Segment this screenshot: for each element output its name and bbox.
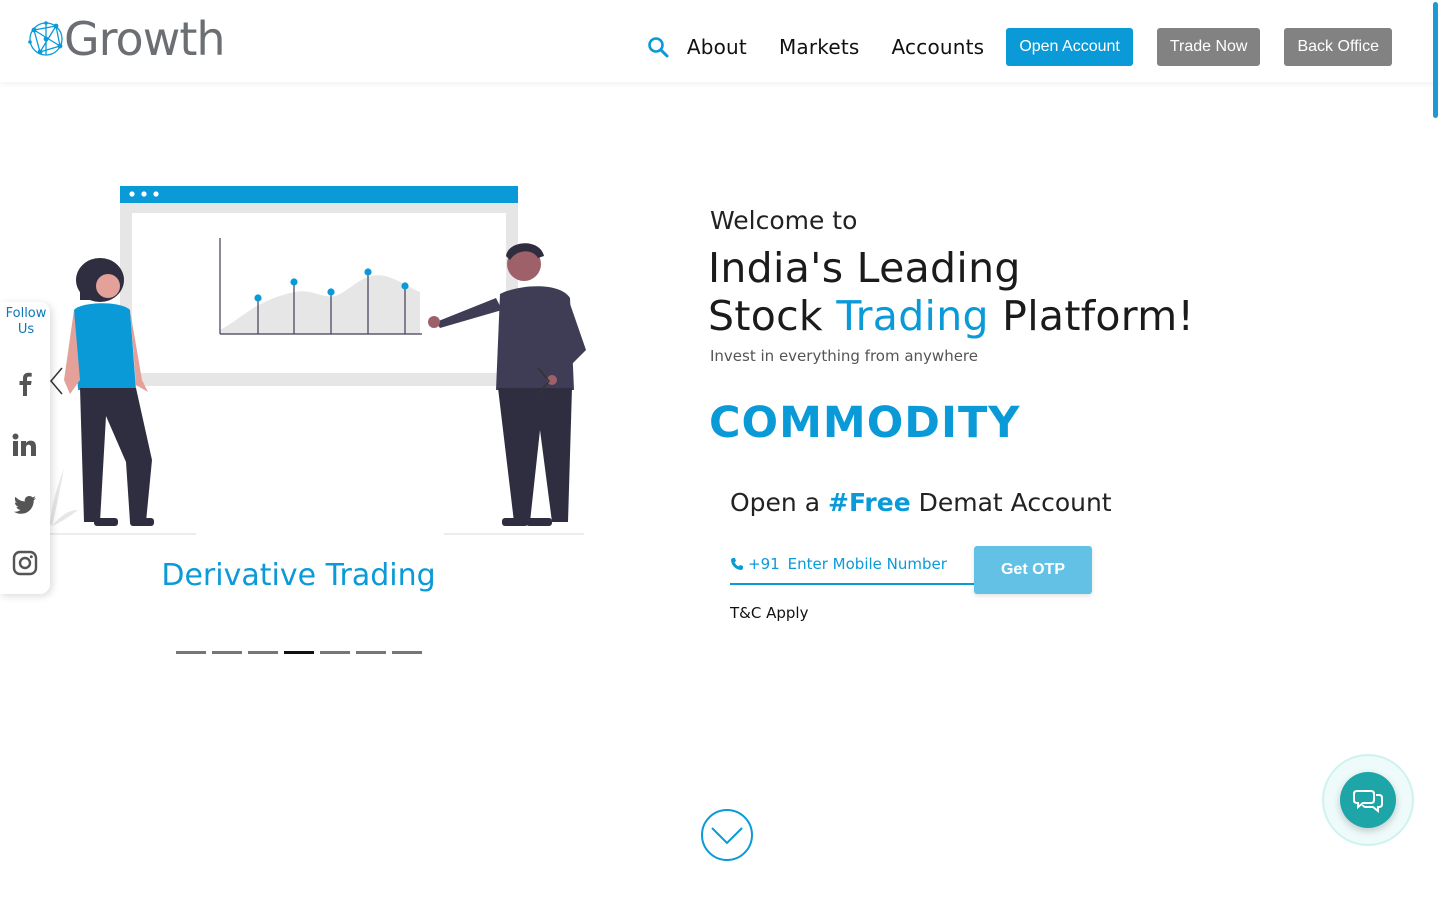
- trade-now-button[interactable]: Trade Now: [1156, 28, 1261, 66]
- headline-trading: Trading: [836, 292, 989, 340]
- search-icon[interactable]: [647, 36, 669, 58]
- phone-icon: [731, 558, 743, 570]
- get-otp-button[interactable]: Get OTP: [974, 546, 1092, 594]
- carousel-dot[interactable]: [356, 651, 386, 654]
- scroll-down-icon[interactable]: [700, 808, 754, 862]
- tnc-text[interactable]: T&C Apply: [730, 604, 808, 622]
- carousel-prev-arrow[interactable]: [48, 366, 66, 396]
- carousel-dot[interactable]: [212, 651, 242, 654]
- carousel-dot-active[interactable]: [284, 651, 314, 654]
- twitter-icon[interactable]: [12, 492, 38, 518]
- hero-subtext: Invest in everything from anywhere: [710, 347, 978, 365]
- demat-title: Open a #Free Demat Account: [730, 488, 1112, 517]
- back-office-button[interactable]: Back Office: [1284, 28, 1392, 66]
- brand-name: Growth: [64, 12, 226, 66]
- mobile-number-field[interactable]: +91: [730, 545, 974, 585]
- carousel-dot[interactable]: [248, 651, 278, 654]
- follow-us-panel: Follow Us: [0, 302, 50, 594]
- carousel-dot[interactable]: [176, 651, 206, 654]
- logo-network-icon: [28, 21, 63, 56]
- country-code: +91: [748, 555, 780, 573]
- rotating-asset-word: COMMODITY: [709, 398, 1021, 448]
- instagram-icon[interactable]: [12, 550, 38, 576]
- welcome-text: Welcome to: [710, 206, 858, 235]
- chat-widget-button[interactable]: [1340, 772, 1396, 828]
- carousel-dot[interactable]: [392, 651, 422, 654]
- page-scrollbar[interactable]: [1433, 2, 1438, 118]
- headline-line2: Stock Trading Platform!: [708, 292, 1194, 340]
- demat-title-free: #Free: [828, 488, 911, 517]
- hero-headline: India's Leading Stock Trading Platform!: [708, 244, 1194, 340]
- linkedin-icon[interactable]: [12, 432, 38, 458]
- carousel-next-arrow[interactable]: [534, 366, 552, 396]
- carousel-indicators: [176, 651, 428, 654]
- facebook-icon[interactable]: [12, 370, 38, 396]
- demat-title-post: Demat Account: [910, 488, 1112, 517]
- follow-label-line2: Us: [17, 322, 35, 337]
- open-account-button[interactable]: Open Account: [1006, 28, 1133, 66]
- chat-bubbles-icon: [1353, 790, 1383, 813]
- mobile-number-input[interactable]: [787, 555, 968, 573]
- trading-illustration: [40, 186, 586, 535]
- headline-platform: Platform!: [988, 292, 1195, 340]
- main-nav: About Markets Accounts Open Account Trad…: [647, 28, 1392, 66]
- nav-markets[interactable]: Markets: [779, 35, 860, 59]
- follow-us-label: Follow Us: [0, 306, 52, 338]
- demat-title-pre: Open a: [730, 488, 828, 517]
- headline-stock: Stock: [708, 292, 837, 340]
- site-header: Growth About Markets Accounts Open Accou…: [0, 0, 1440, 82]
- follow-label-line1: Follow: [5, 306, 47, 321]
- slide-caption: Derivative Trading: [161, 558, 436, 593]
- brand-logo[interactable]: Growth: [26, 12, 226, 66]
- nav-accounts[interactable]: Accounts: [892, 35, 985, 59]
- carousel-dot[interactable]: [320, 651, 350, 654]
- headline-line1: India's Leading: [708, 244, 1021, 292]
- nav-about[interactable]: About: [687, 35, 747, 59]
